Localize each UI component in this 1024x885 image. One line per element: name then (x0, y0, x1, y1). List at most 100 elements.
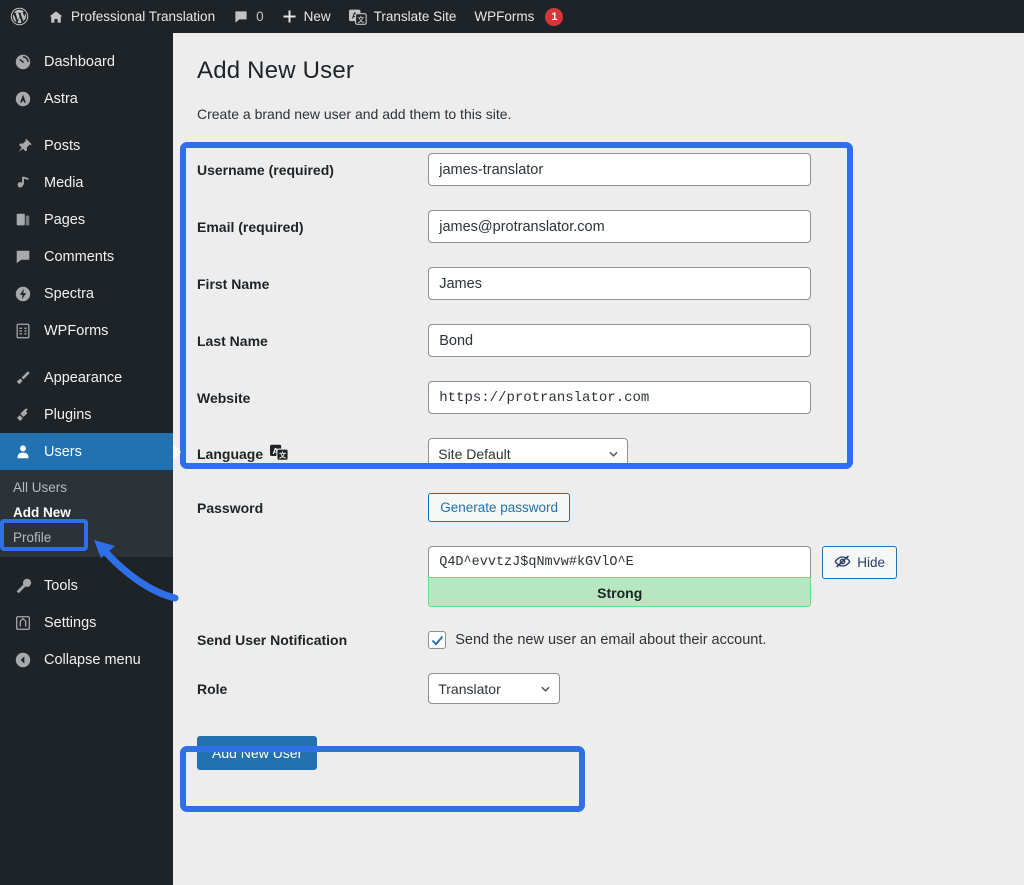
pin-icon (13, 136, 33, 156)
sidebar-item-media[interactable]: Media (0, 164, 173, 201)
form-row-send-notification: Send User Notification Send the new user… (197, 619, 897, 661)
hide-password-button[interactable]: Hide (822, 546, 897, 579)
site-name-menu[interactable]: Professional Translation (39, 0, 224, 33)
sidebar-item-comments[interactable]: Comments (0, 238, 173, 275)
sidebar-label: Settings (44, 614, 97, 631)
wpforms-icon (13, 321, 33, 341)
sidebar-item-tools[interactable]: Tools (0, 567, 173, 604)
sidebar-item-spectra[interactable]: Spectra (0, 275, 173, 312)
wrench-icon (13, 576, 33, 596)
language-label: Language A 文 (197, 426, 428, 481)
sidebar-label: Pages (44, 211, 86, 228)
main-content: Add New User Create a brand new user and… (173, 33, 1024, 885)
sidebar-label: Posts (44, 137, 81, 154)
language-label-text: Language (197, 445, 264, 462)
wpforms-menu[interactable]: WPForms 1 (465, 0, 572, 33)
admin-bar: Professional Translation 0 New A 文 Trans… (0, 0, 1024, 33)
password-input[interactable] (428, 546, 812, 577)
comment-bubble-icon (13, 247, 33, 267)
form-row-role: Role Translator (197, 661, 897, 716)
sidebar-item-users[interactable]: Users (0, 433, 181, 470)
media-icon (13, 173, 33, 193)
sidebar-label: Media (44, 174, 84, 191)
sidebar-label: Collapse menu (44, 651, 141, 668)
new-content-menu[interactable]: New (273, 0, 340, 33)
wordpress-logo-icon (9, 6, 30, 27)
add-new-user-button[interactable]: Add New User (197, 736, 318, 770)
form-row-email: Email (required) (197, 198, 897, 255)
plug-icon (13, 405, 33, 425)
first-name-label: First Name (197, 275, 270, 292)
submenu-item-all-users[interactable]: All Users (0, 475, 173, 500)
sidebar-item-appearance[interactable]: Appearance (0, 359, 173, 396)
form-row-first-name: First Name (197, 255, 897, 312)
translate-icon: A 文 (270, 444, 289, 464)
brush-icon (13, 368, 33, 388)
email-label: Email (required) (197, 218, 304, 235)
username-label: Username (required) (197, 161, 334, 178)
form-row-password: Password Generate password (197, 481, 897, 534)
sidebar-label: Users (44, 443, 82, 460)
form-row-website: Website (197, 369, 897, 426)
form-row-last-name: Last Name (197, 312, 897, 369)
spectra-icon (13, 284, 33, 304)
sidebar-item-astra[interactable]: Astra (0, 80, 173, 117)
add-user-form: Username (required) Email (required) Fir… (197, 141, 897, 782)
language-select[interactable]: Site Default (428, 438, 629, 469)
sidebar-label: Tools (44, 577, 78, 594)
sidebar-label: Astra (44, 90, 78, 107)
role-select[interactable]: Translator (428, 673, 561, 704)
comments-count: 0 (256, 9, 264, 24)
users-icon (13, 442, 33, 462)
wpforms-badge: 1 (545, 7, 564, 26)
submenu-item-profile[interactable]: Profile (0, 525, 173, 550)
email-input[interactable] (428, 210, 812, 243)
last-name-input[interactable] (428, 324, 812, 357)
wordpress-logo-button[interactable] (0, 0, 39, 33)
admin-sidebar: Dashboard Astra Posts Media Pages Commen… (0, 33, 181, 885)
generate-password-button[interactable]: Generate password (428, 493, 571, 522)
website-label: Website (197, 389, 251, 406)
comments-menu[interactable]: 0 (224, 0, 273, 33)
website-input[interactable] (428, 381, 812, 414)
sidebar-item-collapse-menu[interactable]: Collapse menu (0, 641, 173, 678)
new-label: New (303, 9, 331, 24)
wpforms-label: WPForms (474, 9, 535, 24)
sidebar-label: Comments (44, 248, 115, 265)
submenu-item-add-new[interactable]: Add New (0, 500, 173, 525)
form-row-password-value: Strong Hide (197, 534, 897, 619)
plus-icon (282, 9, 297, 24)
sidebar-item-pages[interactable]: Pages (0, 201, 173, 238)
form-row-submit: Add New User (197, 716, 897, 782)
send-notification-checkbox[interactable] (428, 631, 447, 649)
sidebar-item-wpforms[interactable]: WPForms (0, 312, 173, 349)
sidebar-label: WPForms (44, 322, 109, 339)
sidebar-item-settings[interactable]: Settings (0, 604, 173, 641)
translate-site-menu[interactable]: A 文 Translate Site (340, 0, 466, 33)
astra-icon (13, 89, 33, 109)
pages-icon (13, 210, 33, 230)
eye-slash-icon (834, 554, 851, 572)
site-name-label: Professional Translation (71, 9, 216, 24)
send-notification-label: Send User Notification (197, 632, 348, 648)
dashboard-icon (13, 52, 33, 72)
sidebar-label: Spectra (44, 285, 94, 302)
collapse-arrow-icon (13, 650, 33, 670)
sidebar-label: Plugins (44, 406, 92, 423)
form-row-language: Language A 文 Site Default (197, 426, 897, 481)
password-label: Password (197, 499, 264, 516)
page-description: Create a brand new user and add them to … (197, 106, 512, 122)
sidebar-label: Appearance (44, 369, 123, 386)
role-label: Role (197, 680, 228, 697)
sidebar-item-dashboard[interactable]: Dashboard (0, 43, 173, 80)
check-icon (431, 635, 444, 646)
sidebar-item-plugins[interactable]: Plugins (0, 396, 173, 433)
home-icon (48, 9, 64, 25)
form-row-username: Username (required) (197, 141, 897, 198)
username-input[interactable] (428, 153, 812, 186)
users-submenu: All Users Add New Profile (0, 470, 173, 557)
translate-icon: A 文 (348, 9, 367, 25)
first-name-input[interactable] (428, 267, 812, 300)
hide-label: Hide (857, 555, 885, 570)
sidebar-item-posts[interactable]: Posts (0, 127, 173, 164)
